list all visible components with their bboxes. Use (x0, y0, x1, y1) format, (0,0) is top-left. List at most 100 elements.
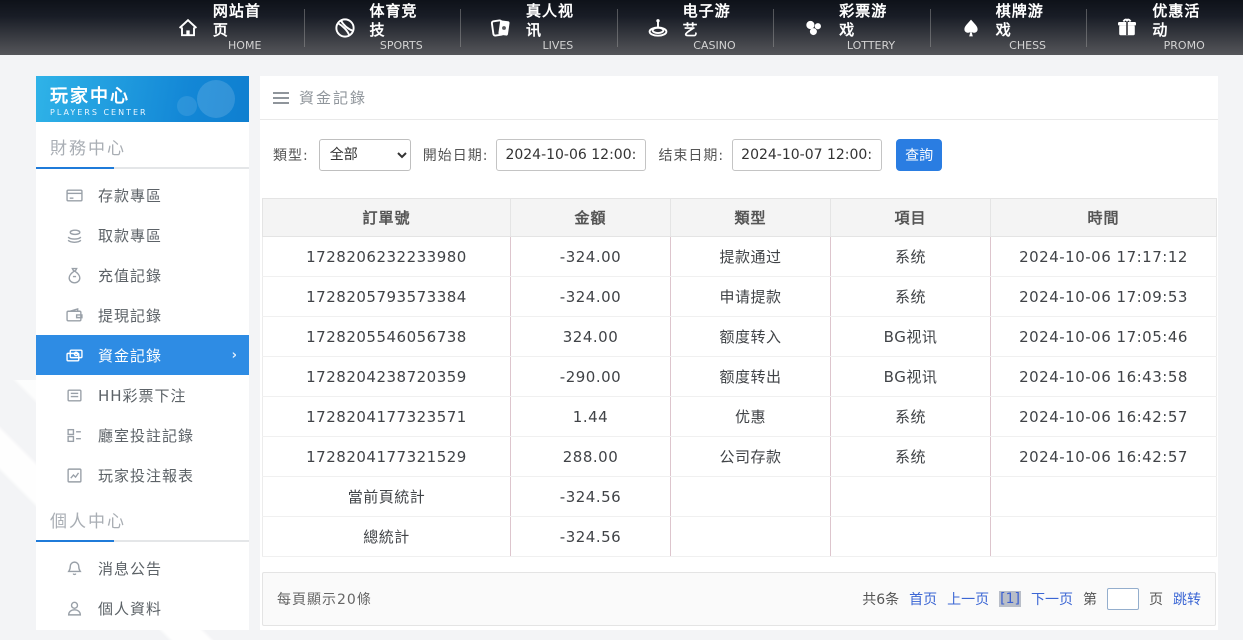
wallet-icon (66, 307, 83, 324)
prev-page-link[interactable]: 上一页 (947, 589, 989, 609)
sidebar-item-label: 消息公告 (98, 558, 162, 579)
sidebar-item-funds-record[interactable]: 資金記錄 › (36, 335, 249, 375)
sidebar-item-announcements[interactable]: 消息公告 (36, 548, 249, 588)
sidebar-item-recharge-record[interactable]: 充值記錄 (36, 255, 249, 295)
gift-icon (1114, 15, 1140, 41)
filter-bar: 類型: 全部 開始日期: 结束日期: 查詢 (260, 138, 1218, 172)
cell-amount: -324.00 (511, 277, 671, 317)
nav-label-en: LOTTERY (847, 39, 895, 53)
sidebar-item-player-bet-report[interactable]: 玩家投注報表 (36, 455, 249, 495)
type-select[interactable]: 全部 (319, 139, 411, 171)
summary-amount: -324.56 (511, 477, 671, 517)
controller-watermark (197, 80, 235, 118)
nav-label-en: CHESS (1009, 39, 1046, 53)
nav-label-zh: 优惠活动 (1152, 2, 1216, 40)
sidebar-item-hh-lottery-bets[interactable]: HH彩票下注 (36, 375, 249, 415)
next-page-link[interactable]: 下一页 (1031, 589, 1073, 609)
total-count: 共6条 (862, 589, 899, 609)
nav-label-zh: 电子游艺 (683, 2, 747, 40)
cell-time: 2024-10-06 16:42:57 (991, 437, 1217, 477)
sidebar-item-profile[interactable]: 個人資料 (36, 588, 249, 628)
cell-item: BG视讯 (831, 317, 991, 357)
spade-icon (958, 15, 984, 41)
section-title-finance: 財務中心 (36, 122, 249, 167)
sidebar-item-withdrawal-record[interactable]: 提現記錄 (36, 295, 249, 335)
first-page-link[interactable]: 首页 (909, 589, 937, 609)
cell-order: 1728204238720359 (263, 357, 511, 397)
cell-order: 1728204177321529 (263, 437, 511, 477)
chevron-right-icon: › (232, 348, 237, 363)
cell-order: 1728206232233980 (263, 237, 511, 277)
end-date-input[interactable] (732, 139, 882, 171)
sports-ball-icon (332, 15, 358, 41)
col-header-amount: 金額 (511, 199, 671, 237)
cell-type: 额度转入 (671, 317, 831, 357)
search-button[interactable]: 查詢 (896, 139, 942, 171)
nav-label-en: LIVES (542, 39, 573, 53)
sidebar-item-label: 提現記錄 (98, 305, 162, 326)
jump-link[interactable]: 跳转 (1173, 589, 1201, 609)
nav-item-sports[interactable]: 体育竞技 SPORTS (304, 9, 461, 47)
nav-item-chess[interactable]: 棋牌游戏 CHESS (930, 9, 1087, 47)
type-label: 類型: (273, 145, 309, 165)
nav-label-zh: 网站首页 (213, 2, 277, 40)
nav-item-lottery[interactable]: 彩票游戏 LOTTERY (773, 9, 930, 47)
layout-grid-icon (66, 427, 83, 444)
cell-amount: -290.00 (511, 357, 671, 397)
section-title-personal: 個人中心 (36, 495, 249, 540)
personal-menu: 消息公告 個人資料 (36, 542, 249, 628)
cell-order: 1728205546056738 (263, 317, 511, 357)
cell-time: 2024-10-06 16:42:57 (991, 397, 1217, 437)
home-icon (175, 15, 201, 41)
sidebar-item-label: 資金記錄 (98, 345, 162, 366)
jump-prefix: 第 (1083, 589, 1097, 609)
sidebar-item-deposit-zone[interactable]: 存款專區 (36, 175, 249, 215)
main-content: 資金記錄 類型: 全部 開始日期: 结束日期: 查詢 訂單號 金額 類型 項目 … (260, 76, 1218, 630)
current-page-indicator: [1] (999, 591, 1021, 607)
sidebar-header: 玩家中心 PLAYERS CENTER (36, 76, 249, 122)
start-date-input[interactable] (496, 139, 646, 171)
cell-type: 申请提款 (671, 277, 831, 317)
nav-item-home[interactable]: 网站首页 HOME (148, 9, 304, 47)
nav-item-casino[interactable]: 电子游艺 CASINO (617, 9, 774, 47)
cell-time: 2024-10-06 16:43:58 (991, 357, 1217, 397)
page-jump-input[interactable] (1107, 588, 1139, 610)
table-row: 1728206232233980 -324.00 提款通过 系统 2024-10… (263, 237, 1217, 277)
deposit-card-icon (66, 187, 83, 204)
ticket-list-icon (66, 387, 83, 404)
cell-order: 1728204177323571 (263, 397, 511, 437)
table-row: 1728205546056738 324.00 额度转入 BG视讯 2024-1… (263, 317, 1217, 357)
sidebar-item-label: 取款專區 (98, 225, 162, 246)
table-row: 1728205793573384 -324.00 申请提款 系统 2024-10… (263, 277, 1217, 317)
nav-label-en: HOME (228, 39, 261, 53)
cell-amount: -324.00 (511, 237, 671, 277)
cell-time: 2024-10-06 17:09:53 (991, 277, 1217, 317)
cell-type: 公司存款 (671, 437, 831, 477)
summary-amount: -324.56 (511, 517, 671, 557)
jump-suffix: 页 (1149, 589, 1163, 609)
table-row: 1728204177323571 1.44 优惠 系统 2024-10-06 1… (263, 397, 1217, 437)
banknotes-icon (66, 347, 83, 364)
playing-cards-icon (488, 15, 514, 41)
menu-icon[interactable] (273, 92, 289, 104)
sidebar-item-label: HH彩票下注 (98, 385, 187, 406)
start-date-label: 開始日期: (423, 145, 489, 165)
cell-item: 系统 (831, 237, 991, 277)
money-bag-icon (66, 267, 83, 284)
sidebar-item-hall-bet-record[interactable]: 廳室投註記錄 (36, 415, 249, 455)
nav-item-promo[interactable]: 优惠活动 PROMO (1086, 9, 1243, 47)
cell-type: 提款通过 (671, 237, 831, 277)
nav-item-lives[interactable]: 真人视讯 LIVES (460, 9, 617, 47)
col-header-type: 類型 (671, 199, 831, 237)
total-summary-row: 總統計 -324.56 (263, 517, 1217, 557)
roulette-icon (645, 15, 671, 41)
nav-label-zh: 体育竞技 (369, 2, 433, 40)
nav-label-zh: 真人视讯 (526, 2, 590, 40)
col-header-time: 時間 (991, 199, 1217, 237)
sidebar-item-withdraw-zone[interactable]: 取款專區 (36, 215, 249, 255)
table-footer: 每頁顯示20條 共6条 首页 上一页 [1] 下一页 第 页 跳转 (262, 572, 1216, 626)
withdraw-hand-icon (66, 227, 83, 244)
summary-label: 總統計 (263, 517, 511, 557)
table-header-row: 訂單號 金額 類型 項目 時間 (263, 199, 1217, 237)
finance-menu: 存款專區 取款專區 充值記錄 提現記錄 資金記錄 › (36, 169, 249, 495)
